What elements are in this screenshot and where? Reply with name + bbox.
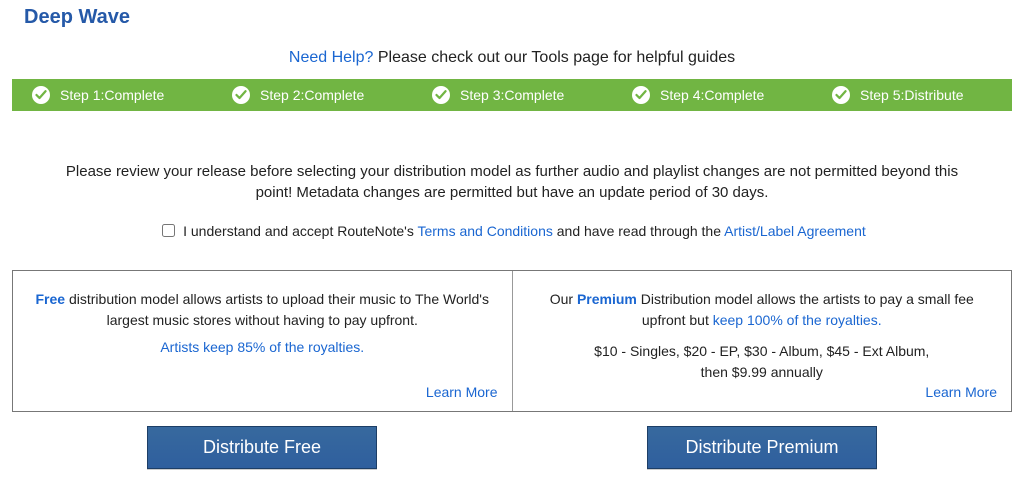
consent-checkbox[interactable] bbox=[162, 224, 175, 237]
model-premium-desc: Our Premium Distribution model allows th… bbox=[529, 289, 996, 331]
free-accent: Free bbox=[36, 291, 66, 307]
agreement-link[interactable]: Artist/Label Agreement bbox=[724, 223, 866, 239]
premium-royalties-link[interactable]: keep 100% of the royalties. bbox=[713, 312, 882, 328]
step-label: Step 4:Complete bbox=[660, 87, 764, 103]
free-royalties: Artists keep 85% of the royalties. bbox=[29, 337, 496, 358]
check-icon bbox=[432, 86, 450, 104]
step-3: Step 3:Complete bbox=[412, 79, 612, 111]
check-icon bbox=[32, 86, 50, 104]
consent-label[interactable]: I understand and accept RouteNote's Term… bbox=[158, 223, 866, 239]
step-label: Step 2:Complete bbox=[260, 87, 364, 103]
check-icon bbox=[832, 86, 850, 104]
distribute-free-button[interactable]: Distribute Free bbox=[147, 426, 377, 469]
premium-lead: Our bbox=[550, 291, 577, 307]
progress-steps: Step 1:Complete Step 2:Complete Step 3:C… bbox=[12, 79, 1012, 111]
cta-col-free: Distribute Free bbox=[12, 426, 512, 469]
terms-link[interactable]: Terms and Conditions bbox=[417, 223, 552, 239]
model-premium: Our Premium Distribution model allows th… bbox=[513, 271, 1012, 411]
pricing-line-1: $10 - Singles, $20 - EP, $30 - Album, $4… bbox=[594, 343, 929, 359]
model-free-desc: Free distribution model allows artists t… bbox=[29, 289, 496, 358]
cta-col-premium: Distribute Premium bbox=[512, 426, 1012, 469]
step-label: Step 3:Complete bbox=[460, 87, 564, 103]
step-4: Step 4:Complete bbox=[612, 79, 812, 111]
free-body: distribution model allows artists to upl… bbox=[65, 291, 489, 328]
consent-mid: and have read through the bbox=[553, 223, 724, 239]
distribute-premium-button[interactable]: Distribute Premium bbox=[647, 426, 877, 469]
consent-row: I understand and accept RouteNote's Term… bbox=[0, 213, 1024, 256]
consent-prefix: I understand and accept RouteNote's bbox=[183, 223, 417, 239]
step-5: Step 5:Distribute bbox=[812, 79, 1012, 111]
step-label: Step 5:Distribute bbox=[860, 87, 964, 103]
distribution-models: Free distribution model allows artists t… bbox=[12, 270, 1012, 412]
need-help-link[interactable]: Need Help? bbox=[289, 49, 374, 66]
help-line: Need Help? Please check out our Tools pa… bbox=[0, 29, 1024, 79]
step-label: Step 1:Complete bbox=[60, 87, 164, 103]
model-free: Free distribution model allows artists t… bbox=[13, 271, 513, 411]
premium-accent: Premium bbox=[577, 291, 637, 307]
check-icon bbox=[232, 86, 250, 104]
cta-row: Distribute Free Distribute Premium bbox=[0, 412, 1024, 469]
step-1: Step 1:Complete bbox=[12, 79, 212, 111]
help-tail: Please check out our Tools page for help… bbox=[373, 49, 735, 66]
check-icon bbox=[632, 86, 650, 104]
pricing-line-2: then $9.99 annually bbox=[701, 364, 823, 380]
premium-learn-more-link[interactable]: Learn More bbox=[925, 382, 997, 403]
review-instructions: Please review your release before select… bbox=[0, 111, 1024, 213]
premium-pricing: $10 - Singles, $20 - EP, $30 - Album, $4… bbox=[529, 341, 996, 383]
page-title: Deep Wave bbox=[0, 0, 1024, 29]
free-learn-more-link[interactable]: Learn More bbox=[426, 382, 498, 403]
step-2: Step 2:Complete bbox=[212, 79, 412, 111]
